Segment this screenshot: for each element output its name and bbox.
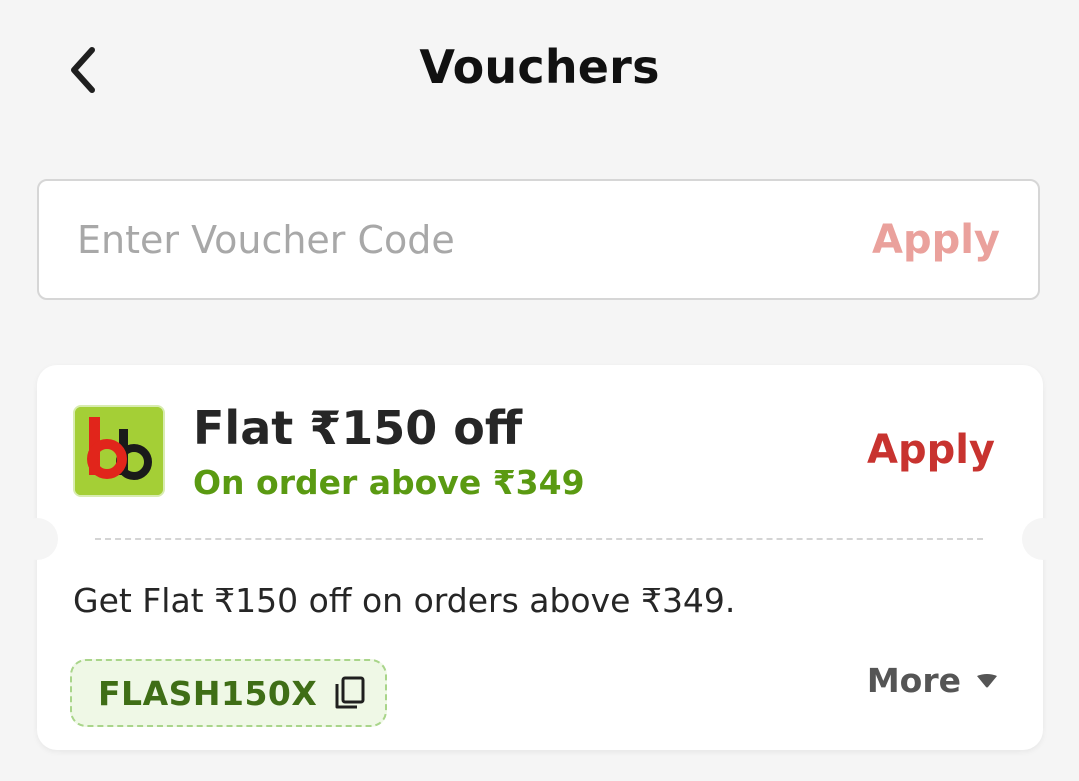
- voucher-code-chip[interactable]: FLASH150X: [70, 659, 387, 727]
- more-button[interactable]: More: [867, 661, 999, 700]
- offer-description: Get Flat ₹150 off on orders above ₹349.: [73, 581, 736, 620]
- page-title: Vouchers: [419, 40, 660, 94]
- offer-apply-button[interactable]: Apply: [867, 427, 995, 473]
- copy-icon[interactable]: [333, 675, 367, 711]
- caret-down-icon: [975, 672, 999, 690]
- voucher-code-text: FLASH150X: [98, 673, 318, 713]
- voucher-code-input[interactable]: [39, 180, 872, 299]
- offer-subtitle: On order above ₹349: [193, 463, 585, 502]
- offer-title: Flat ₹150 off: [193, 401, 523, 455]
- voucher-card: Flat ₹150 off On order above ₹349 Apply …: [16, 365, 1064, 750]
- voucher-code-apply-button[interactable]: Apply: [872, 217, 1038, 263]
- voucher-code-box: Apply: [37, 179, 1040, 300]
- header: Vouchers: [0, 0, 1079, 140]
- card-notch-left: [16, 518, 58, 560]
- more-label: More: [866, 661, 961, 700]
- card-notch-right: [1022, 518, 1064, 560]
- vouchers-screen: Vouchers Apply Flat ₹150 off On order ab…: [0, 0, 1079, 781]
- dashed-divider: [95, 538, 983, 540]
- bigbasket-logo: [73, 405, 165, 497]
